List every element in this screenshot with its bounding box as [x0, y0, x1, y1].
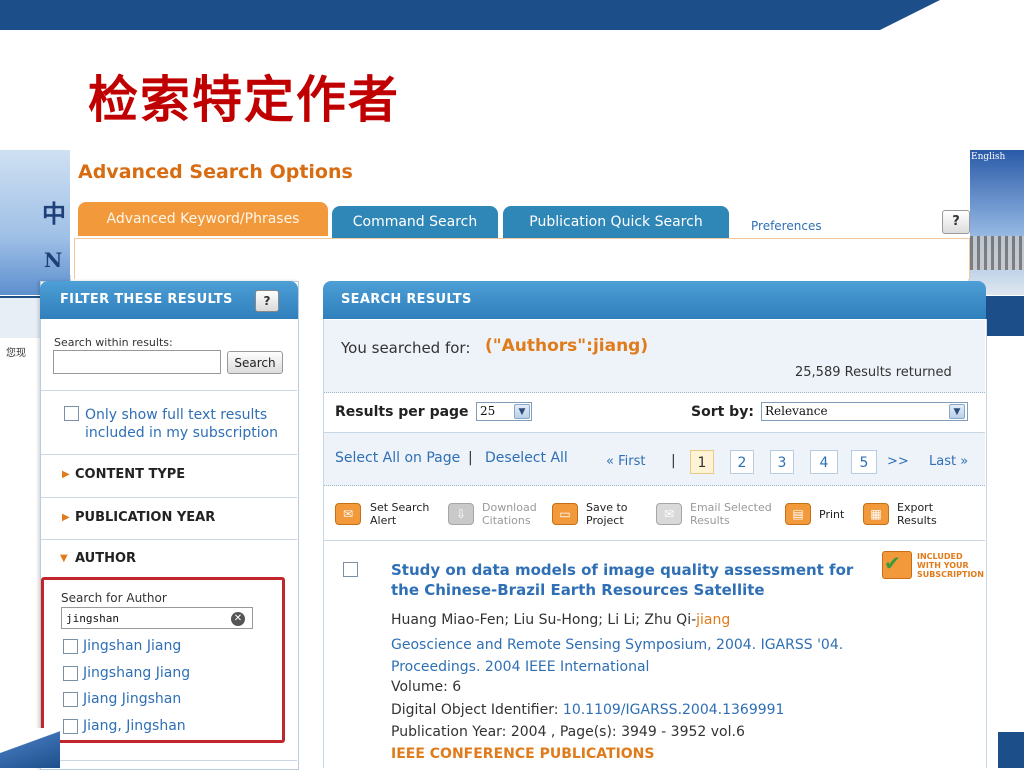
background-banner-right	[968, 150, 1024, 295]
advanced-search-body	[74, 238, 970, 279]
filter-title: FILTER THESE RESULTS	[60, 292, 233, 307]
result-doi-link[interactable]: 10.1109/IGARSS.2004.1369991	[563, 702, 785, 718]
searched-for-label: You searched for:	[341, 339, 471, 357]
triangle-down-icon: ▼	[60, 553, 68, 564]
page-3-button[interactable]: 3	[770, 450, 794, 474]
folder-icon[interactable]: ▭	[552, 503, 578, 525]
search-within-input[interactable]	[53, 350, 221, 374]
author-checkbox[interactable]	[63, 666, 78, 681]
author-checkbox[interactable]	[63, 639, 78, 654]
background-banner-char: 中	[42, 199, 66, 228]
author-option[interactable]: Jiang, Jingshan	[83, 718, 186, 734]
divider	[41, 760, 297, 761]
divider	[41, 497, 297, 498]
separator: |	[468, 450, 473, 466]
page-1-button[interactable]: 1	[690, 450, 714, 474]
divider	[41, 390, 297, 391]
page-2-button[interactable]: 2	[730, 450, 754, 474]
deselect-all-link[interactable]: Deselect All	[485, 450, 568, 466]
preferences-link[interactable]: Preferences	[751, 219, 822, 233]
triangle-right-icon: ▶	[62, 512, 70, 523]
background-banner-char: N	[44, 248, 63, 272]
save-to-project-button[interactable]: Save to Project	[586, 501, 636, 527]
export-icon[interactable]: ▦	[863, 503, 889, 525]
author-option[interactable]: Jingshang Jiang	[83, 665, 190, 681]
tab-command-search[interactable]: Command Search	[332, 206, 498, 238]
author-option[interactable]: Jingshan Jiang	[83, 638, 181, 654]
author-search-label: Search for Author	[61, 591, 167, 605]
facet-publication-year[interactable]: PUBLICATION YEAR	[75, 510, 215, 525]
search-within-label: Search within results:	[54, 336, 173, 349]
background-building-image	[970, 236, 1024, 270]
first-page-link[interactable]: « First	[606, 454, 645, 469]
chevron-down-icon[interactable]: ▼	[514, 404, 530, 419]
next-page-link[interactable]: >>	[887, 454, 909, 469]
author-search-input[interactable]	[61, 607, 253, 629]
clear-icon[interactable]: ✕	[231, 612, 245, 626]
result-authors: Huang Miao-Fen; Liu Su-Hong; Li Li; Zhu …	[391, 612, 730, 628]
sort-by-label: Sort by:	[691, 404, 754, 420]
print-button[interactable]: Print	[819, 508, 844, 521]
subscription-badge-text: INCLUDED WITH YOUR SUBSCRIPTION	[917, 552, 984, 579]
help-button[interactable]: ?	[942, 210, 970, 234]
author-option[interactable]: Jiang Jingshan	[83, 691, 181, 707]
tab-advanced-keyword[interactable]: Advanced Keyword/Phrases	[78, 202, 328, 236]
last-page-link[interactable]: Last »	[929, 454, 968, 469]
result-doi-row: Digital Object Identifier: 10.1109/IGARS…	[391, 702, 784, 718]
export-results-button[interactable]: Export Results	[897, 501, 945, 527]
result-authors-text[interactable]: Huang Miao-Fen; Liu Su-Hong; Li Li; Zhu …	[391, 612, 696, 628]
email-selected-button: Email Selected Results	[690, 501, 772, 527]
page-5-button[interactable]: 5	[851, 450, 877, 474]
sort-by-select[interactable]: Relevance	[761, 402, 968, 421]
fulltext-checkbox[interactable]	[64, 406, 79, 421]
english-link[interactable]: English	[971, 152, 1005, 162]
check-icon: ✔	[884, 551, 901, 575]
chevron-down-icon[interactable]: ▼	[949, 404, 965, 419]
email-icon: ✉	[656, 503, 682, 525]
result-volume: Volume: 6	[391, 679, 462, 695]
set-search-alert-button[interactable]: Set Search Alert	[370, 501, 438, 527]
divider	[41, 454, 297, 455]
author-checkbox[interactable]	[63, 719, 78, 734]
results-per-page-label: Results per page	[335, 404, 469, 420]
search-query: ("Authors":jiang)	[485, 336, 649, 356]
results-count: 25,589 Results returned	[795, 365, 952, 380]
facet-author[interactable]: AUTHOR	[75, 551, 136, 566]
result-publication-info: Publication Year: 2004 , Page(s): 3949 -…	[391, 724, 745, 740]
download-icon: ⇩	[448, 503, 474, 525]
divider	[41, 539, 297, 540]
result-venue-link[interactable]: Geoscience and Remote Sensing Symposium,…	[391, 634, 871, 678]
download-citations-button: Download Citations	[482, 501, 537, 527]
slide-bottom-right-decoration	[998, 732, 1024, 768]
slide-bottom-left-decoration	[0, 728, 60, 768]
filter-help-button[interactable]: ?	[255, 290, 279, 312]
tab-publication-quick-search[interactable]: Publication Quick Search	[503, 206, 729, 238]
result-authors-highlight[interactable]: jiang	[696, 612, 730, 628]
slide-title: 检索特定作者	[88, 70, 400, 129]
divider	[324, 540, 985, 541]
alert-icon[interactable]: ✉	[335, 503, 361, 525]
result-checkbox[interactable]	[343, 562, 358, 577]
results-title: SEARCH RESULTS	[341, 292, 472, 307]
result-title-link[interactable]: Study on data models of image quality as…	[391, 560, 871, 600]
result-content-type[interactable]: IEEE CONFERENCE PUBLICATIONS	[391, 746, 654, 762]
fulltext-label[interactable]: Only show full text results included in …	[85, 406, 285, 442]
triangle-right-icon: ▶	[62, 469, 70, 480]
print-icon[interactable]: ▤	[785, 503, 811, 525]
separator: |	[671, 453, 676, 469]
page-4-button[interactable]: 4	[810, 450, 838, 474]
author-checkbox[interactable]	[63, 692, 78, 707]
facet-content-type[interactable]: CONTENT TYPE	[75, 467, 185, 482]
search-within-button[interactable]: Search	[227, 351, 283, 374]
result-doi-label: Digital Object Identifier:	[391, 702, 559, 718]
select-all-link[interactable]: Select All on Page	[335, 450, 460, 466]
advanced-search-title: Advanced Search Options	[78, 161, 353, 183]
slide-top-bar	[0, 0, 1024, 30]
